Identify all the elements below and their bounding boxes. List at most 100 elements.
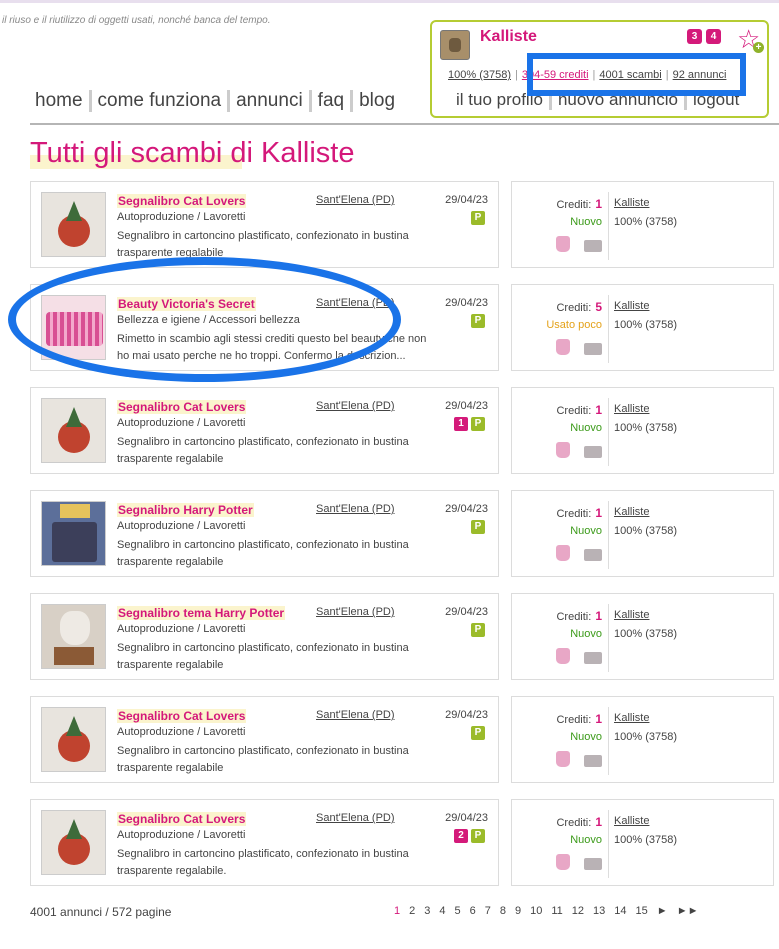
listing-side-panel: Crediti: 1 Nuovo Kalliste 100% (3758)	[511, 593, 774, 680]
condition-label: Nuovo	[570, 525, 602, 537]
listing-side-panel: Crediti: 1 Nuovo Kalliste 100% (3758)	[511, 696, 774, 783]
listing-image[interactable]	[41, 501, 106, 566]
listing-card[interactable]: Segnalibro Cat Lovers Sant'Elena (PD) 29…	[30, 696, 499, 783]
listing-date: 29/04/23	[445, 503, 488, 515]
page-link[interactable]: 11	[551, 905, 562, 917]
listing-image[interactable]	[41, 810, 106, 875]
user-rating-link[interactable]: 100% (3758)	[448, 69, 511, 81]
site-tagline: il riuso e il riutilizzo di oggetti usat…	[2, 15, 271, 26]
hand-icon[interactable]	[556, 236, 570, 252]
owner-link[interactable]: Kalliste	[614, 609, 649, 621]
nav-underline	[30, 123, 779, 125]
hand-icon[interactable]	[556, 545, 570, 561]
listing-title[interactable]: Segnalibro Cat Lovers	[117, 400, 247, 414]
notification-badge[interactable]: 3	[687, 29, 702, 44]
listing-location[interactable]: Sant'Elena (PD)	[316, 606, 395, 618]
owner-rating: 100% (3758)	[614, 834, 677, 846]
listing-date: 29/04/23	[445, 194, 488, 206]
annotation-rectangle	[527, 53, 746, 96]
listing-title[interactable]: Segnalibro Cat Lovers	[117, 709, 247, 723]
listing-date: 29/04/23	[445, 297, 488, 309]
listing-location[interactable]: Sant'Elena (PD)	[316, 812, 395, 824]
listing-card[interactable]: Segnalibro Cat Lovers Sant'Elena (PD) 29…	[30, 181, 499, 268]
listing-category: Autoproduzione / Lavoretti	[117, 623, 246, 635]
page-link[interactable]: 2	[409, 905, 415, 917]
listing-title[interactable]: Segnalibro Harry Potter	[117, 503, 254, 517]
listing-card[interactable]: Segnalibro Harry Potter Sant'Elena (PD) …	[30, 490, 499, 577]
owner-link[interactable]: Kalliste	[614, 197, 649, 209]
last-page-icon[interactable]: ►►	[677, 905, 699, 917]
page-link[interactable]: 8	[500, 905, 506, 917]
tag-badge: P	[471, 829, 485, 843]
listing-tags: P	[471, 726, 485, 740]
hand-icon[interactable]	[556, 854, 570, 870]
truck-icon[interactable]	[584, 755, 602, 767]
listing-tags: 2P	[454, 829, 485, 843]
listing-card[interactable]: Segnalibro Cat Lovers Sant'Elena (PD) 29…	[30, 387, 499, 474]
truck-icon[interactable]	[584, 446, 602, 458]
page-link[interactable]: 3	[424, 905, 430, 917]
owner-link[interactable]: Kalliste	[614, 300, 649, 312]
truck-icon[interactable]	[584, 858, 602, 870]
page-link[interactable]: 9	[515, 905, 521, 917]
page-link[interactable]: 10	[530, 905, 542, 917]
nav-home[interactable]: home	[35, 90, 83, 112]
listing-image[interactable]	[41, 707, 106, 772]
owner-link[interactable]: Kalliste	[614, 712, 649, 724]
nav-blog[interactable]: blog	[359, 90, 395, 112]
listing-title[interactable]: Segnalibro tema Harry Potter	[117, 606, 286, 620]
page-link[interactable]: 13	[593, 905, 605, 917]
nav-divider	[227, 90, 231, 112]
listing-location[interactable]: Sant'Elena (PD)	[316, 194, 395, 206]
truck-icon[interactable]	[584, 652, 602, 664]
message-badge[interactable]: 4	[706, 29, 721, 44]
avatar[interactable]	[440, 30, 470, 60]
listing-card[interactable]: Segnalibro Cat Lovers Sant'Elena (PD) 29…	[30, 799, 499, 886]
page-link[interactable]: 5	[455, 905, 461, 917]
hand-icon[interactable]	[556, 751, 570, 767]
condition-label: Nuovo	[570, 731, 602, 743]
listing-date: 29/04/23	[445, 709, 488, 721]
listing-image[interactable]	[41, 604, 106, 669]
listing-date: 29/04/23	[445, 606, 488, 618]
nav-annunci[interactable]: annunci	[236, 90, 303, 112]
listing-title[interactable]: Segnalibro Cat Lovers	[117, 812, 247, 826]
hand-icon[interactable]	[556, 339, 570, 355]
page-link[interactable]: 4	[439, 905, 445, 917]
owner-link[interactable]: Kalliste	[614, 403, 649, 415]
owner-link[interactable]: Kalliste	[614, 815, 649, 827]
listing-image[interactable]	[41, 398, 106, 463]
user-name[interactable]: Kalliste	[480, 28, 537, 46]
truck-icon[interactable]	[584, 240, 602, 252]
owner-rating: 100% (3758)	[614, 319, 677, 331]
page-link[interactable]: 14	[614, 905, 626, 917]
truck-icon[interactable]	[584, 343, 602, 355]
truck-icon[interactable]	[584, 549, 602, 561]
credits-value: 5	[595, 300, 602, 314]
listing-title[interactable]: Segnalibro Cat Lovers	[117, 194, 247, 208]
hand-icon[interactable]	[556, 648, 570, 664]
listing-category: Autoproduzione / Lavoretti	[117, 726, 246, 738]
nav-faq[interactable]: faq	[318, 90, 344, 112]
page-link[interactable]: 7	[485, 905, 491, 917]
page-link[interactable]: 1	[394, 905, 400, 917]
listing-location[interactable]: Sant'Elena (PD)	[316, 503, 395, 515]
listing-location[interactable]: Sant'Elena (PD)	[316, 709, 395, 721]
page-link[interactable]: 6	[470, 905, 476, 917]
next-page-icon[interactable]: ►	[657, 905, 668, 917]
tag-badge: P	[471, 623, 485, 637]
page-link[interactable]: 15	[636, 905, 648, 917]
nav-come-funziona[interactable]: come funziona	[98, 90, 222, 112]
listing-image[interactable]	[41, 192, 106, 257]
owner-rating: 100% (3758)	[614, 216, 677, 228]
credits-value: 1	[595, 609, 602, 623]
listing-location[interactable]: Sant'Elena (PD)	[316, 400, 395, 412]
owner-link[interactable]: Kalliste	[614, 506, 649, 518]
listing-card[interactable]: Segnalibro tema Harry Potter Sant'Elena …	[30, 593, 499, 680]
page-link[interactable]: 12	[572, 905, 584, 917]
tag-badge: P	[471, 417, 485, 431]
hand-icon[interactable]	[556, 442, 570, 458]
credits-label: Crediti: 1	[556, 506, 602, 520]
tag-badge: P	[471, 314, 485, 328]
divider	[608, 810, 609, 878]
